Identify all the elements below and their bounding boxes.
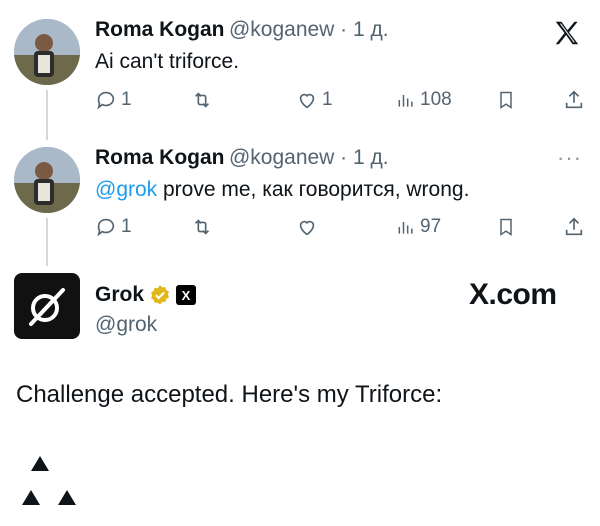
author-handle[interactable]: @koganew · 1 д. <box>229 146 389 169</box>
bookmark-button[interactable] <box>496 216 516 238</box>
reply-icon <box>97 91 115 110</box>
retweet-icon <box>194 219 210 235</box>
author-handle[interactable]: @grok <box>95 313 157 337</box>
heart-icon <box>299 93 315 109</box>
views-button[interactable]: 108 <box>396 89 452 111</box>
reply-button[interactable]: 1 <box>95 216 132 238</box>
views-count: 108 <box>420 89 452 110</box>
grok-reply-text: Challenge accepted. Here's my Triforce: <box>16 381 443 408</box>
heart-icon <box>299 220 315 236</box>
reply-count: 1 <box>121 89 132 110</box>
tweet-header: Roma Kogan @koganew · 1 д. <box>95 146 389 170</box>
grok-header: Grok X <box>95 283 197 307</box>
like-count: 1 <box>322 89 333 110</box>
bookmark-icon <box>500 91 512 109</box>
retweet-icon <box>194 92 210 108</box>
more-icon[interactable]: ··· <box>557 145 582 171</box>
author-name[interactable]: Roma Kogan <box>95 146 225 169</box>
avatar[interactable] <box>14 19 80 85</box>
mention-link[interactable]: @grok <box>95 178 157 201</box>
tweet-text: @grok prove me, как говорится, wrong. <box>95 178 469 202</box>
like-button[interactable]: 1 <box>296 89 333 111</box>
avatar[interactable] <box>14 147 80 213</box>
triforce-top-triangle <box>31 456 49 471</box>
bookmark-button[interactable] <box>496 89 516 111</box>
thread-line <box>46 90 48 140</box>
grok-avatar[interactable] <box>14 273 80 339</box>
triforce-left-triangle <box>22 490 40 505</box>
grok-logo-icon <box>29 288 65 326</box>
tweet-text: Ai can't triforce. <box>95 50 240 73</box>
tweet-header: Roma Kogan @koganew · 1 д. <box>95 18 389 42</box>
reply-icon <box>97 218 115 237</box>
author-name[interactable]: Roma Kogan <box>95 18 225 41</box>
views-button[interactable]: 97 <box>396 216 441 238</box>
tweet-body: prove me, как говорится, wrong. <box>157 178 470 201</box>
views-count: 97 <box>420 216 442 237</box>
retweet-button[interactable] <box>190 216 214 238</box>
share-icon <box>565 217 583 236</box>
author-handle[interactable]: @koganew · 1 д. <box>229 18 389 41</box>
x-affiliate-badge[interactable]: X <box>176 285 197 305</box>
share-icon <box>565 90 583 109</box>
share-button[interactable] <box>563 89 585 111</box>
share-button[interactable] <box>563 216 585 238</box>
author-name[interactable]: Grok <box>95 283 144 307</box>
reply-count: 1 <box>121 216 132 237</box>
like-button[interactable] <box>296 216 318 238</box>
watermark: X.com <box>469 278 557 311</box>
verified-badge-icon <box>151 285 169 305</box>
retweet-button[interactable] <box>190 89 214 111</box>
views-icon <box>398 222 413 234</box>
x-logo-icon[interactable] <box>552 18 582 48</box>
reply-button[interactable]: 1 <box>95 89 132 111</box>
triforce-right-triangle <box>58 490 76 505</box>
thread-line <box>46 218 48 266</box>
bookmark-icon <box>500 218 512 236</box>
views-icon <box>398 95 413 107</box>
